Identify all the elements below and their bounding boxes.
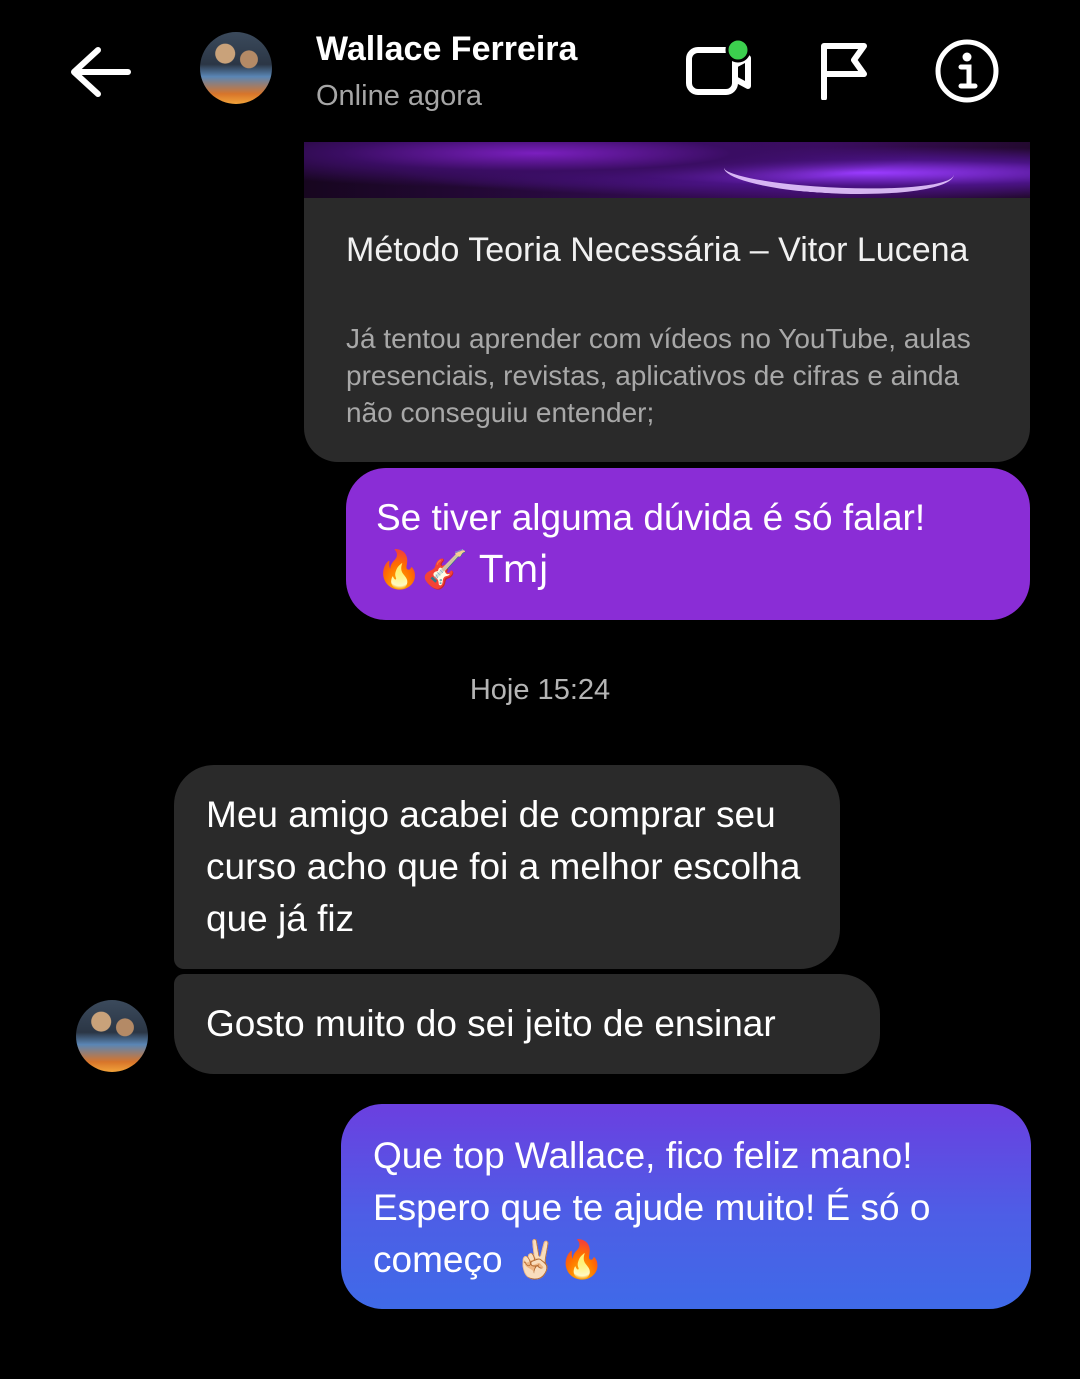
contact-name[interactable]: Wallace Ferreira [316,30,577,69]
link-preview-title: Método Teoria Necessária – Vitor Lucena [346,231,969,269]
link-preview-card[interactable]: Método Teoria Necessária – Vitor Lucena … [304,142,1030,462]
message-text: Meu amigo acabei de comprar seu curso ac… [206,794,801,939]
timestamp: Hoje 15:24 [469,674,611,706]
message-text: Se tiver alguma dúvida é só falar! [376,497,926,538]
message-bubble-outgoing[interactable]: Se tiver alguma dúvida é só falar! 🔥🎸 Tm… [346,468,1030,620]
message-bubble-incoming[interactable]: Meu amigo acabei de comprar seu curso ac… [174,765,840,969]
light-streak-graphic [722,142,956,202]
link-preview-description: Já tentou aprender com vídeos no YouTube… [346,323,971,428]
message-text: Que top Wallace, fico feliz mano! Espero… [373,1135,931,1280]
sender-avatar[interactable] [76,1000,148,1072]
message-bubble-outgoing[interactable]: Que top Wallace, fico feliz mano! Espero… [341,1104,1031,1309]
info-icon[interactable] [934,38,1000,104]
link-preview-image [304,142,1030,202]
avatar[interactable] [200,32,272,104]
message-bubble-incoming[interactable]: Gosto muito do sei jeito de ensinar [174,974,880,1074]
chat-header: Wallace Ferreira Online agora [0,0,1080,142]
online-status: Online agora [316,80,483,112]
back-arrow-icon[interactable] [62,40,138,104]
message-text: 🔥🎸 Tmj [376,548,549,591]
video-call-icon[interactable] [686,38,756,100]
message-text: Gosto muito do sei jeito de ensinar [206,1003,776,1044]
flag-icon[interactable] [818,40,870,100]
